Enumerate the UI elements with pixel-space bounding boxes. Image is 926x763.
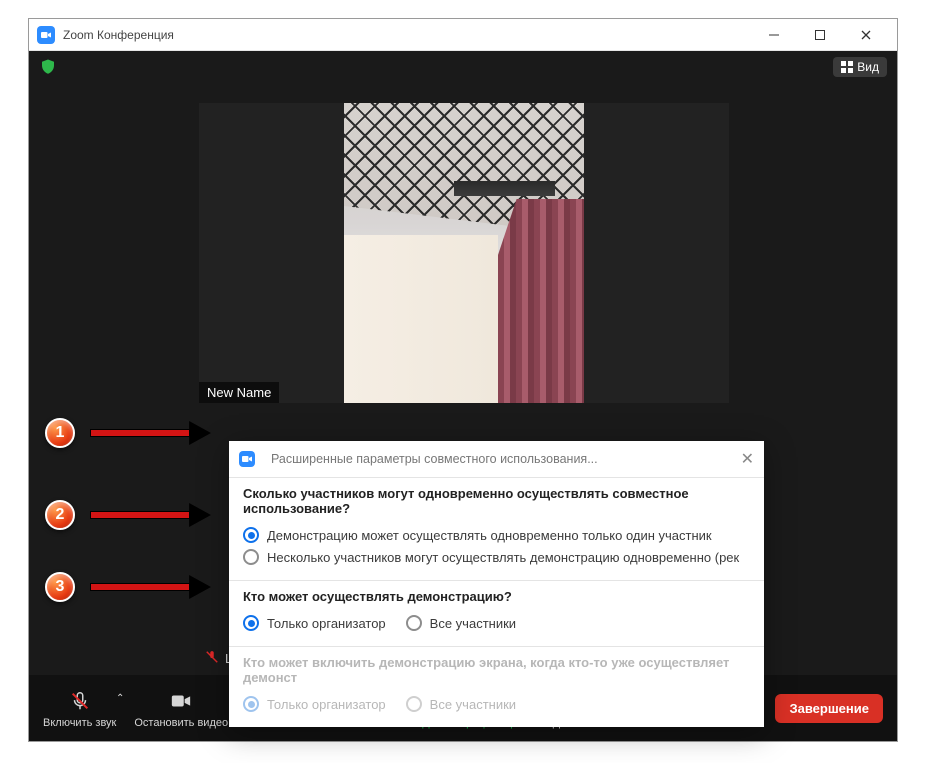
radio-host-only-disabled: Только организатор bbox=[243, 693, 386, 715]
arrow-2 bbox=[90, 508, 210, 522]
radio-all-participants[interactable]: Все участники bbox=[406, 612, 516, 634]
maximize-button[interactable] bbox=[797, 20, 843, 50]
dialog-close-button[interactable]: ✕ bbox=[741, 449, 754, 469]
video-tile-main[interactable]: New Name bbox=[199, 103, 729, 403]
view-button[interactable]: Вид bbox=[833, 57, 887, 77]
radio-icon bbox=[406, 615, 422, 631]
meeting-topbar: Вид bbox=[29, 51, 897, 83]
grid-icon bbox=[841, 61, 853, 73]
question-who-share: Кто может осуществлять демонстрацию? bbox=[243, 589, 750, 604]
view-label: Вид bbox=[857, 60, 879, 74]
video-button[interactable]: ⌃ Остановить видео bbox=[134, 687, 228, 729]
mic-muted-icon bbox=[205, 650, 219, 667]
encryption-shield-icon[interactable] bbox=[39, 58, 57, 76]
camera-icon bbox=[169, 690, 193, 712]
radio-icon bbox=[243, 615, 259, 631]
arrow-1 bbox=[90, 426, 210, 440]
callout-2: 2 bbox=[45, 500, 75, 530]
radio-host-only[interactable]: Только организатор bbox=[243, 612, 386, 634]
arrow-3 bbox=[90, 580, 210, 594]
callout-3: 3 bbox=[45, 572, 75, 602]
radio-multiple-participants[interactable]: Несколько участников могут осуществлять … bbox=[243, 546, 750, 568]
audio-button[interactable]: ⌃ Включить звук bbox=[43, 687, 116, 729]
titlebar: Zoom Конференция bbox=[29, 19, 897, 51]
zoom-app-icon bbox=[239, 451, 255, 467]
question-who-start: Кто может включить демонстрацию экрана, … bbox=[243, 655, 750, 685]
app-window: Zoom Конференция Вид New Name bbox=[28, 18, 898, 742]
radio-all-participants-disabled: Все участники bbox=[406, 693, 516, 715]
radio-icon bbox=[243, 549, 259, 565]
end-meeting-button[interactable]: Завершение bbox=[775, 694, 883, 723]
radio-icon bbox=[406, 696, 422, 712]
camera-feed bbox=[344, 103, 584, 403]
participant-name: New Name bbox=[199, 382, 279, 403]
zoom-app-icon bbox=[37, 26, 55, 44]
window-title: Zoom Конференция bbox=[63, 28, 751, 42]
question-how-many: Сколько участников могут одновременно ос… bbox=[243, 486, 750, 516]
dialog-title: Расширенные параметры совместного исполь… bbox=[271, 452, 733, 466]
minimize-button[interactable] bbox=[751, 20, 797, 50]
dialog-titlebar: Расширенные параметры совместного исполь… bbox=[229, 441, 764, 477]
mic-off-icon bbox=[69, 690, 91, 712]
advanced-sharing-dialog: Расширенные параметры совместного исполь… bbox=[229, 441, 764, 727]
section-who-start: Кто может включить демонстрацию экрана, … bbox=[229, 646, 764, 727]
close-button[interactable] bbox=[843, 20, 889, 50]
section-how-many: Сколько участников могут одновременно ос… bbox=[229, 477, 764, 580]
radio-icon bbox=[243, 696, 259, 712]
meeting-area: Вид New Name Lumpics RU ⌃ Включить звук bbox=[29, 51, 897, 741]
radio-one-participant[interactable]: Демонстрацию может осуществлять одноврем… bbox=[243, 524, 750, 546]
section-who-share: Кто может осуществлять демонстрацию? Тол… bbox=[229, 580, 764, 646]
chevron-up-icon[interactable]: ⌃ bbox=[116, 693, 124, 704]
radio-icon bbox=[243, 527, 259, 543]
callout-1: 1 bbox=[45, 418, 75, 448]
